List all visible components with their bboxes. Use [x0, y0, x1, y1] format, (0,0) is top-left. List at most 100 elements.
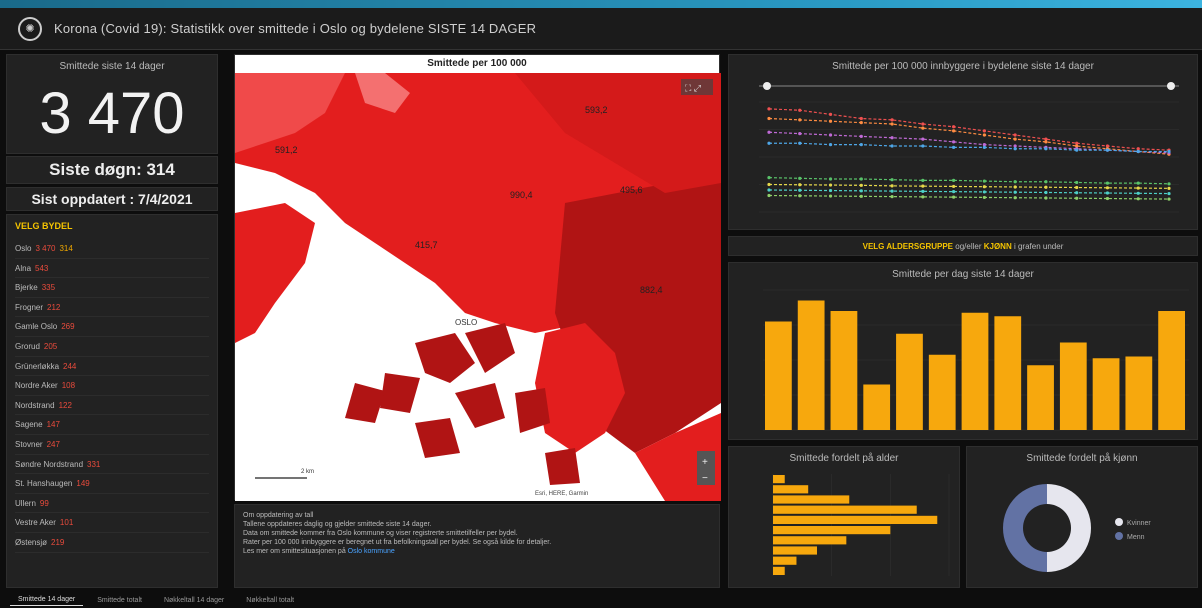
map-label-3: 990,4 — [510, 190, 533, 200]
info-panel: Om oppdatering av tall Tallene oppdatere… — [234, 504, 720, 588]
district-item[interactable]: Vestre Aker 101 — [15, 513, 209, 533]
fullscreen-icon[interactable]: ⛶ ⤢ — [684, 83, 701, 93]
zoom-out-icon[interactable]: − — [702, 473, 708, 484]
district-value: 247 — [46, 439, 60, 449]
info-link[interactable]: Oslo kommune — [348, 548, 395, 555]
bar — [1092, 358, 1120, 430]
map-attribution: Esri, HERE, Garmin — [535, 491, 588, 497]
series-point — [1105, 148, 1110, 152]
series-point — [859, 121, 863, 125]
series-point — [1136, 186, 1140, 190]
series-point — [1105, 196, 1110, 201]
info-line-1: Tallene oppdateres daglig og gjelder smi… — [243, 521, 432, 528]
series-point — [798, 176, 802, 180]
tab-smittede-totalt[interactable]: Smittede totalt — [89, 595, 150, 606]
district-value: 101 — [59, 518, 74, 528]
info-line-4-text: Les mer om smittesituasjonen på — [243, 548, 346, 555]
district-item[interactable]: Østensjø 219 — [15, 533, 209, 553]
district-item[interactable]: Nordstrand 122 — [15, 396, 209, 416]
age-bar — [773, 515, 938, 524]
total-cases-panel: Smittede siste 14 dager 3 470 — [6, 54, 218, 154]
district-item[interactable]: Grorud 205 — [15, 337, 209, 357]
district-item[interactable]: Søndre Nordstrand 331 — [15, 455, 209, 475]
district-value: 331 — [87, 459, 101, 469]
district-item[interactable]: Ullern 99 — [15, 494, 209, 514]
age-bar — [773, 536, 847, 545]
district-name: Gamle Oslo — [15, 322, 58, 332]
series-point — [1044, 140, 1048, 144]
series-point — [921, 122, 925, 126]
district-name: Søndre Nordstrand — [15, 459, 84, 469]
series-point — [1105, 144, 1110, 148]
tab-smittede-14-dager[interactable]: Smittede 14 dager — [10, 594, 84, 606]
dashboard-header: ✺ Korona (Covid 19): Statistikk over smi… — [0, 8, 1202, 50]
line-chart-title: Smittede per 100 000 innbyggere i bydele… — [832, 61, 1094, 72]
district-value: 147 — [46, 420, 60, 430]
gender-chart-panel: Smittede fordelt på kjønn Kvinner Menn — [966, 446, 1198, 588]
scale-bar-label: 2 km — [301, 469, 314, 475]
district-value: 244 — [63, 361, 77, 371]
series-point — [1136, 147, 1140, 151]
district-item[interactable]: Frogner 212 — [15, 298, 209, 318]
tab-nokkeltall-totalt[interactable]: Nøkkeltall totalt — [238, 595, 302, 606]
district-item[interactable]: Sagene 147 — [15, 415, 209, 435]
age-selector-prefix[interactable]: VELG ALDERSGRUPPE — [863, 242, 953, 251]
donut-slice — [1047, 484, 1091, 572]
tab-nokkeltall-14-dager[interactable]: Nøkkeltall 14 dager — [156, 595, 232, 606]
series-point — [767, 107, 771, 111]
district-item[interactable]: Alna 543 — [15, 259, 209, 279]
series-point — [1013, 137, 1017, 141]
district-item[interactable]: St. Hanshaugen 149 — [15, 474, 209, 494]
district-value: 205 — [43, 341, 58, 351]
district-item[interactable]: Grünerløkka 244 — [15, 357, 209, 377]
series-point — [952, 129, 956, 133]
series-point — [952, 178, 956, 182]
series-point — [859, 194, 863, 198]
series-point — [1136, 149, 1140, 154]
map-title: Smittede per 100 000 — [235, 55, 719, 73]
series-point — [890, 189, 894, 193]
zoom-in-icon[interactable]: + — [702, 457, 708, 468]
series-point — [890, 122, 894, 126]
info-line-2: Data om smittede kommer fra Oslo kommune… — [243, 530, 518, 537]
last-day-panel: Siste døgn: 314 — [6, 156, 218, 184]
series-point — [859, 116, 863, 121]
series-point — [1013, 147, 1017, 151]
series-point — [1044, 185, 1048, 189]
district-value: 3 470 — [35, 244, 56, 253]
district-name: Sagene — [15, 420, 43, 430]
series-point — [1136, 181, 1140, 185]
map-label-5: 415,7 — [415, 240, 438, 250]
series-point — [767, 188, 771, 192]
district-value: 122 — [58, 400, 72, 410]
series-point — [952, 195, 956, 199]
district-item[interactable]: Gamle Oslo 269 — [15, 317, 209, 337]
series-point — [767, 182, 771, 187]
map-panel[interactable]: Smittede per 100 000 593,2 591,2 990,4 4… — [234, 54, 721, 501]
district-item[interactable]: Nordre Aker 108 — [15, 376, 209, 396]
series-point — [1013, 190, 1017, 194]
series-point — [828, 183, 833, 187]
bar — [797, 300, 825, 430]
series-point — [890, 184, 894, 188]
district-name: Grorud — [15, 341, 40, 351]
district-item[interactable]: Oslo 3 470 314 — [15, 239, 209, 259]
series-point — [767, 130, 771, 134]
series-point — [1044, 190, 1048, 195]
gender-selector[interactable]: KJØNN — [984, 242, 1012, 251]
series-point — [921, 178, 925, 182]
series-point — [1013, 180, 1017, 184]
series-point — [1167, 191, 1171, 196]
series-point — [921, 195, 925, 199]
age-selector-panel[interactable]: VELG ALDERSGRUPPE og/eller KJØNN i grafe… — [728, 236, 1198, 256]
age-bar — [773, 495, 850, 504]
series-point — [1013, 144, 1017, 148]
series-point — [798, 141, 802, 145]
series-point — [798, 183, 802, 187]
series-point — [1167, 149, 1171, 154]
district-map[interactable]: 593,2 591,2 990,4 495,6 415,7 882,4 OSLO… — [235, 73, 721, 501]
district-item[interactable]: Stovner 247 — [15, 435, 209, 455]
age-chart-panel: Smittede fordelt på alder — [728, 446, 960, 588]
virus-icon: ✺ — [18, 16, 42, 41]
district-item[interactable]: Bjerke 335 — [15, 278, 209, 298]
